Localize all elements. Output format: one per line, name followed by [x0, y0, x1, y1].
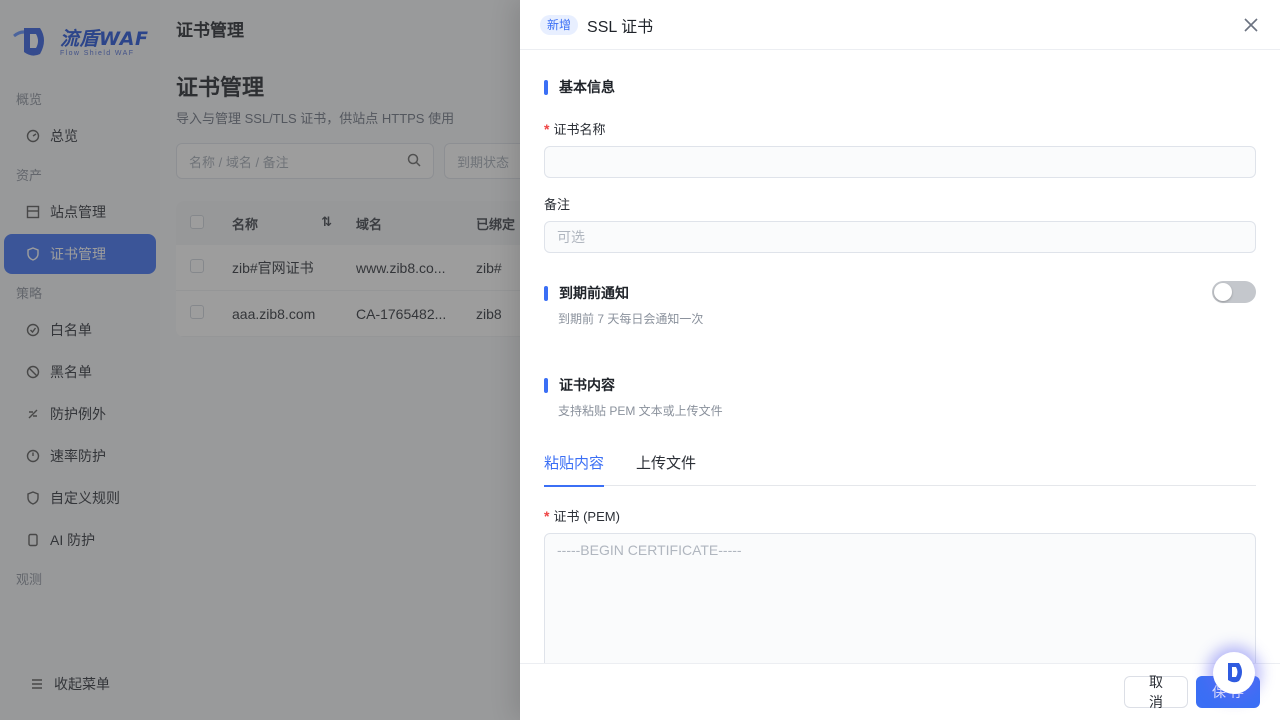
section-cert-content: 证书内容 [544, 375, 1256, 395]
cert-name-label: * 证书名称 [544, 120, 606, 138]
toggle-knob [1214, 283, 1232, 301]
section-bar [544, 285, 548, 301]
cancel-button[interactable]: 取 消 [1124, 674, 1188, 710]
close-icon[interactable] [1242, 16, 1260, 34]
section-bar [544, 377, 548, 393]
ssl-certificate-drawer: 新增 SSL 证书 基本信息 * 证书名称 备注 到期前通知 到期前 7 [520, 0, 1280, 720]
pem-label: * 证书 (PEM) [544, 507, 620, 525]
drawer-body: 基本信息 * 证书名称 备注 到期前通知 到期前 7 天每日会通知一次 证书内容… [520, 50, 1280, 663]
note-label: 备注 [544, 197, 571, 212]
section-notify: 到期前通知 [544, 283, 1256, 303]
content-description: 支持粘贴 PEM 文本或上传文件 [558, 404, 723, 418]
section-title: 到期前通知 [559, 285, 629, 301]
section-bar [544, 79, 548, 95]
content-tabs: 粘贴内容 上传文件 [544, 449, 1256, 487]
note-input[interactable] [544, 221, 1256, 253]
assistant-logo-icon [1221, 659, 1247, 688]
section-title: 基本信息 [559, 79, 615, 95]
drawer-header: 新增 SSL 证书 [520, 0, 1280, 50]
required-asterisk: * [544, 120, 550, 137]
notify-toggle[interactable] [1212, 281, 1256, 303]
cert-name-input[interactable] [544, 146, 1256, 178]
required-asterisk: * [544, 507, 550, 524]
tab-paste-content[interactable]: 粘贴内容 [544, 449, 605, 487]
pem-textarea[interactable] [544, 533, 1256, 663]
tab-upload-file[interactable]: 上传文件 [636, 449, 696, 486]
drawer-title: SSL 证书 [587, 18, 654, 36]
notify-description: 到期前 7 天每日会通知一次 [558, 312, 704, 326]
drawer-footer: 取 消 保 存 [520, 663, 1280, 720]
new-badge: 新增 [540, 14, 579, 35]
notify-section: 到期前通知 到期前 7 天每日会通知一次 [544, 281, 1256, 327]
section-basic-info: 基本信息 [544, 77, 1256, 97]
assistant-float-button[interactable] [1213, 652, 1255, 694]
section-title: 证书内容 [559, 377, 615, 393]
